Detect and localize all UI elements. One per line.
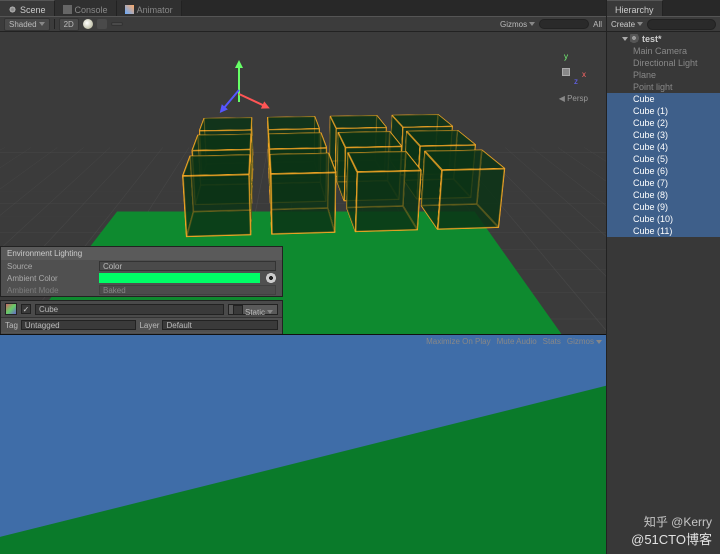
tag-dropdown[interactable]: Untagged: [21, 320, 137, 330]
hierarchy-tree: test* Main CameraDirectional LightPlaneP…: [607, 32, 720, 554]
audio-toggle[interactable]: [97, 19, 107, 29]
hierarchy-item-selected[interactable]: Cube (1): [607, 105, 720, 117]
hierarchy-tabs: Hierarchy: [607, 0, 720, 16]
tag-label: Tag: [5, 321, 18, 330]
game-gizmos-dropdown[interactable]: Gizmos: [567, 337, 602, 346]
hierarchy-item[interactable]: Main Camera: [607, 45, 720, 57]
object-name-field[interactable]: Cube: [35, 304, 224, 315]
scene-cube[interactable]: [347, 179, 420, 202]
tab-console[interactable]: Console: [55, 0, 117, 16]
shading-mode-dropdown[interactable]: Shaded: [4, 18, 50, 31]
fx-toggle[interactable]: [111, 22, 123, 26]
scene-node[interactable]: test*: [607, 33, 720, 45]
hierarchy-search[interactable]: [647, 19, 716, 30]
scene-viewport[interactable]: y x z Persp Environment Lighting Source C…: [0, 32, 606, 334]
hierarchy-item-selected[interactable]: Cube (4): [607, 141, 720, 153]
toggle-2d[interactable]: 2D: [59, 18, 79, 31]
layer-dropdown[interactable]: Default: [162, 320, 278, 330]
layer-label: Layer: [139, 321, 159, 330]
inspector-panel: ✓ Cube Static Tag Untagged Layer Default…: [0, 300, 283, 334]
scene-icon: [630, 34, 640, 44]
orientation-gizmo[interactable]: y x z: [546, 52, 586, 92]
static-dropdown[interactable]: Static: [228, 304, 278, 315]
scene-cube[interactable]: [423, 177, 503, 200]
scene-search[interactable]: [539, 19, 589, 29]
hierarchy-item-selected[interactable]: Cube (3): [607, 129, 720, 141]
game-ground: [0, 356, 606, 554]
mute-audio-toggle[interactable]: Mute Audio: [497, 337, 537, 346]
scene-tabs: Scene Console Animator: [0, 0, 606, 16]
tab-animator-label: Animator: [137, 5, 173, 15]
hierarchy-item-selected[interactable]: Cube (2): [607, 117, 720, 129]
hierarchy-item-selected[interactable]: Cube (7): [607, 177, 720, 189]
eyedropper-icon[interactable]: [266, 273, 276, 283]
search-all: All: [593, 20, 602, 29]
env-lighting-header: Environment Lighting: [1, 247, 282, 260]
scene-cube[interactable]: [184, 183, 251, 207]
game-viewport[interactable]: Maximize On Play Mute Audio Stats Gizmos: [0, 334, 606, 554]
game-toolbar: Maximize On Play Mute Audio Stats Gizmos: [426, 337, 602, 346]
hierarchy-item-selected[interactable]: Cube (11): [607, 225, 720, 237]
hierarchy-item[interactable]: Directional Light: [607, 57, 720, 69]
hierarchy-item-selected[interactable]: Cube (8): [607, 189, 720, 201]
hierarchy-item-selected[interactable]: Cube (9): [607, 201, 720, 213]
cube-icon: [5, 303, 17, 315]
hierarchy-item-selected[interactable]: Cube (6): [607, 165, 720, 177]
lighting-toggle[interactable]: [83, 19, 93, 29]
tab-console-label: Console: [75, 5, 108, 15]
hierarchy-item-selected[interactable]: Cube (10): [607, 213, 720, 225]
tab-hierarchy[interactable]: Hierarchy: [607, 0, 663, 16]
hierarchy-item-selected[interactable]: Cube (5): [607, 153, 720, 165]
ambient-color-label: Ambient Color: [7, 274, 95, 283]
env-source-dropdown[interactable]: Color: [99, 261, 276, 271]
env-lighting-panel: Environment Lighting Source Color Ambient…: [0, 246, 283, 297]
ambient-color-swatch[interactable]: [99, 273, 260, 283]
scene-cube[interactable]: [270, 181, 336, 205]
scene-toolbar: Shaded 2D Gizmos All: [0, 16, 606, 32]
hierarchy-item[interactable]: Plane: [607, 69, 720, 81]
perspective-label[interactable]: Persp: [559, 94, 588, 103]
max-on-play-toggle[interactable]: Maximize On Play: [426, 337, 490, 346]
hierarchy-item-selected[interactable]: Cube: [607, 93, 720, 105]
create-dropdown[interactable]: Create: [611, 20, 643, 29]
tab-scene[interactable]: Scene: [0, 0, 55, 16]
ambient-mode-label: Ambient Mode: [7, 286, 95, 295]
tab-animator[interactable]: Animator: [117, 0, 182, 16]
tab-scene-label: Scene: [20, 5, 46, 15]
active-checkbox[interactable]: ✓: [21, 304, 31, 314]
ambient-mode-dropdown: Baked: [99, 285, 276, 295]
hierarchy-toolbar: Create: [607, 16, 720, 32]
env-source-label: Source: [7, 262, 95, 271]
hierarchy-item[interactable]: Point light: [607, 81, 720, 93]
gizmos-dropdown[interactable]: Gizmos: [500, 20, 535, 29]
stats-toggle[interactable]: Stats: [543, 337, 561, 346]
